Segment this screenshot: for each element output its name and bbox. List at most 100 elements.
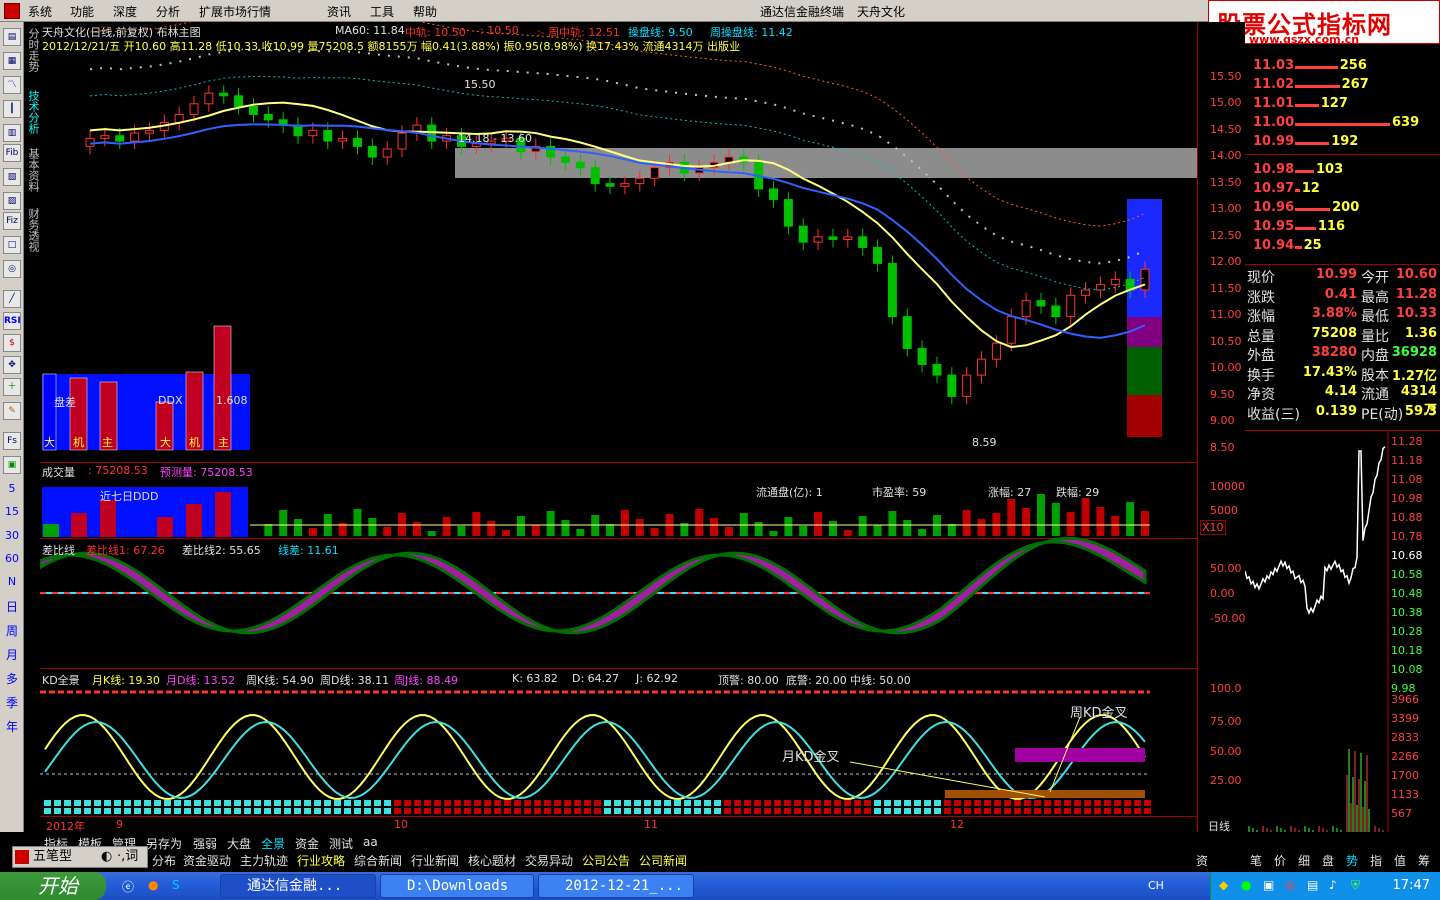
dollar-icon[interactable]: $ [3,334,21,352]
kline-icon[interactable]: ▦ [3,52,21,70]
qq-icon[interactable]: ● [148,878,158,892]
chart-icon[interactable]: ▨ [3,192,21,210]
intraday-mini-chart[interactable]: 11.28 11.18 11.08 10.98 10.88 10.78 10.68 10.58… [1245,430,1440,849]
period-5[interactable]: 5 [0,482,24,495]
rsi-icon[interactable]: RSI [3,312,21,330]
period-15[interactable]: 15 [0,505,24,518]
kd-signal [474,808,481,814]
tray-icon[interactable]: ▣ [1263,878,1274,892]
ie-icon[interactable]: ⓔ [122,878,134,895]
tab-news-2[interactable]: 主力轨迹 [240,852,288,869]
fs-icon[interactable]: Fs [3,432,21,450]
period-quarter[interactable]: 季 [0,694,24,711]
tab-6[interactable]: 全景 [261,835,285,852]
ime-bar[interactable]: 五笔型 ◐ ·,词 [12,846,148,868]
menu-tools[interactable]: 工具 [370,3,394,20]
right-tab-6[interactable]: 值 [1394,852,1406,869]
tab-news-0[interactable]: 分布 [152,852,176,869]
kd-signal [764,808,771,814]
chart-area[interactable]: 天舟文化(日线,前复权) 布林主图 MA60: 11.84 中轨: 10.50 … [40,22,1197,833]
right-tab-7[interactable]: 筹 [1418,852,1430,869]
image-icon[interactable]: ▣ [3,456,21,474]
trend-icon[interactable]: ╱ [3,290,21,308]
tab-news-1[interactable]: 资金驱动 [183,852,231,869]
kd-signal [484,808,491,814]
tab-news-5[interactable]: 行业新闻 [411,852,459,869]
tab-news-9[interactable]: 公司新闻 [639,852,687,869]
menu-news[interactable]: 资讯 [327,3,351,20]
candle-icon[interactable]: ┃ [3,100,21,118]
right-tab-2[interactable]: 细 [1298,852,1310,869]
tab-news-8[interactable]: 公司公告 [582,852,630,869]
tray-icon[interactable]: ◆ [1219,878,1228,892]
volume-icon[interactable]: ♪ [1329,878,1337,892]
tab-finance[interactable]: 财务透视 [25,208,40,252]
menu-function[interactable]: 功能 [70,3,94,20]
ime-punct[interactable]: ·,词 [117,847,138,867]
tab-news-3[interactable]: 行业攻略 [297,852,345,869]
taskbar-app-downloads[interactable]: D:\Downloads [380,874,534,898]
fiz-icon[interactable]: Fiz [3,212,21,230]
tab-4[interactable]: 强弱 [193,835,217,852]
box-icon[interactable]: □ [3,236,21,254]
menu-system[interactable]: 系统 [28,3,52,20]
tab-news-6[interactable]: 核心题材 [468,852,516,869]
tab-zi[interactable]: 资 [1196,852,1208,869]
quote-value: 59.3 [1404,403,1437,419]
lang-indicator[interactable]: CH [1148,879,1164,892]
volume-bar [769,531,778,536]
plus-icon[interactable]: ＋ [3,378,21,396]
period-month[interactable]: 月 [0,646,24,663]
period-year[interactable]: 年 [0,718,24,735]
menu-help[interactable]: 帮助 [413,3,437,20]
taskbar-app-image[interactable]: 2012-12-21_... [538,874,694,898]
table-icon[interactable]: ▥ [3,124,21,142]
minute-chart-icon[interactable]: ▤ [3,28,21,46]
tab-9[interactable]: aa [363,835,378,849]
period-60[interactable]: 60 [0,552,24,565]
tray-icon[interactable]: ● [1241,878,1251,892]
kd-signal [204,800,211,806]
period-multi[interactable]: 多 [0,670,24,687]
zoom-icon[interactable]: ◎ [3,260,21,278]
kd-signal [904,808,911,814]
xaxis-sep: 9 [116,818,123,831]
skype-icon[interactable]: S [172,878,180,892]
ask-price: 11.03 [1253,58,1295,73]
tab-5[interactable]: 大盘 [227,835,251,852]
line-chart-icon[interactable]: 〽 [3,76,21,94]
move-icon[interactable]: ✥ [3,356,21,374]
moon-icon[interactable]: ◐ [101,847,112,867]
period-30[interactable]: 30 [0,529,24,542]
period-n[interactable]: N [0,575,24,588]
right-tab-3[interactable]: 盘 [1322,852,1334,869]
start-button[interactable]: 开始 [0,872,106,900]
fib-icon[interactable]: Fib [3,144,21,162]
right-tab-5[interactable]: 指 [1370,852,1382,869]
tab-news-7[interactable]: 交易异动 [525,852,573,869]
volume-bar [502,530,511,536]
grid-icon[interactable]: ▧ [3,168,21,186]
tab-minute[interactable]: 分时走势 [25,28,40,72]
tab-basic[interactable]: 基本资料 [25,148,40,192]
volume-bar [947,524,956,536]
tab-technical[interactable]: 技术分析 [25,90,40,134]
right-tab-4[interactable]: 势 [1346,852,1358,869]
menu-depth[interactable]: 深度 [113,3,137,20]
taskbar-app-tdx[interactable]: 通达信金融... [220,874,376,898]
tab-8[interactable]: 测试 [329,835,353,852]
pencil-icon[interactable]: ✎ [3,402,21,420]
menu-analysis[interactable]: 分析 [156,3,180,20]
tab-news-4[interactable]: 综合新闻 [354,852,402,869]
period-day[interactable]: 日 [0,598,24,615]
tray-icon[interactable]: ◎ [1285,878,1295,892]
bid-volume: 25 [1303,238,1322,253]
tab-3[interactable]: 另存为 [146,835,182,852]
tab-7[interactable]: 资金 [295,835,319,852]
period-week[interactable]: 周 [0,622,24,639]
right-tab-1[interactable]: 价 [1274,852,1286,869]
shield-icon[interactable]: ⛨ [1351,878,1360,893]
right-tab-0[interactable]: 笔 [1250,852,1262,869]
tray-icon[interactable]: ▤ [1307,878,1318,892]
menu-extended-market[interactable]: 扩展市场行情 [199,3,271,20]
